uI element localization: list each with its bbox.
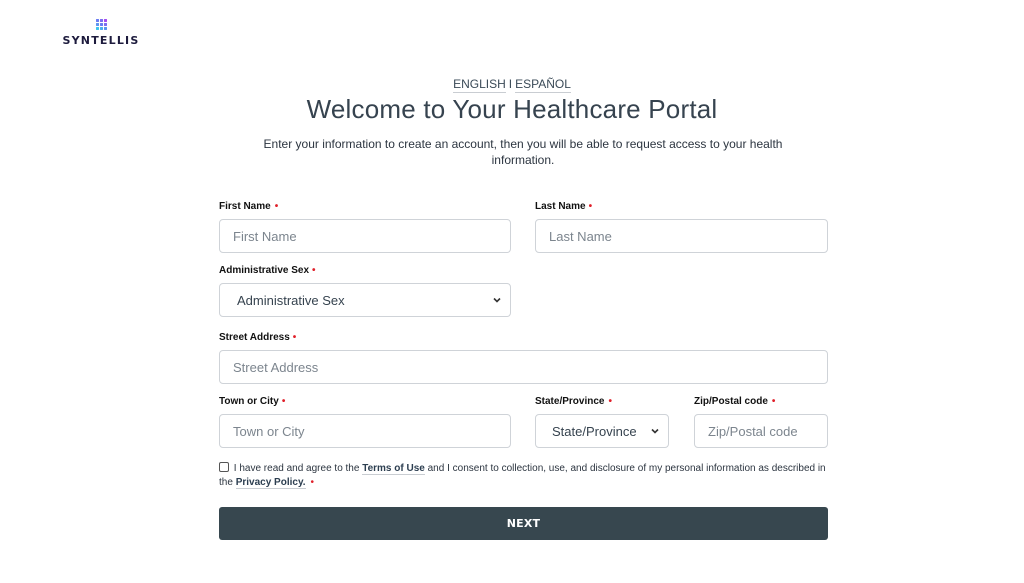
first-name-field: First Name • [219, 201, 511, 253]
required-marker: • [274, 201, 279, 212]
chevron-down-icon [493, 297, 501, 303]
intro-text: Enter your information to create an acco… [263, 137, 783, 167]
privacy-policy-link[interactable]: Privacy Policy. [235, 477, 306, 489]
administrative-sex-select[interactable]: Administrative Sex [219, 283, 511, 317]
logo-dot [95, 23, 99, 26]
state-province-selected: State/Province [552, 423, 637, 439]
logo-dot [103, 19, 107, 22]
chevron-down-icon [651, 428, 659, 434]
dot-grid-logo-icon [95, 19, 107, 30]
logo-dot [95, 27, 99, 30]
language-separator: I [508, 77, 513, 91]
logo-dot [103, 27, 107, 30]
street-address-input[interactable] [219, 350, 828, 384]
street-address-label: Street Address • [219, 332, 297, 343]
syntellis-logo: SYNTELLIS [59, 19, 143, 47]
zip-input[interactable] [694, 414, 828, 448]
required-marker: • [771, 396, 776, 407]
state-province-select[interactable]: State/Province [535, 414, 669, 448]
zip-label: Zip/Postal code • [694, 396, 776, 407]
state-province-label: State/Province • [535, 396, 612, 407]
brand-name: SYNTELLIS [62, 34, 140, 47]
next-button[interactable]: NEXT [219, 507, 828, 540]
required-marker: • [310, 477, 315, 488]
last-name-input[interactable] [535, 219, 828, 253]
administrative-sex-selected: Administrative Sex [237, 292, 345, 308]
administrative-sex-field: Administrative Sex • Administrative Sex [219, 265, 511, 317]
page-title: Welcome to Your Healthcare Portal [306, 94, 718, 124]
logo-dot [95, 19, 99, 22]
town-city-label: Town or City • [219, 396, 286, 407]
terms-of-use-link[interactable]: Terms of Use [362, 463, 425, 475]
state-province-field: State/Province • State/Province [535, 396, 669, 448]
required-marker: • [281, 396, 286, 407]
zip-field: Zip/Postal code • [694, 396, 828, 448]
required-marker: • [312, 265, 316, 276]
language-english-link[interactable]: ENGLISH [453, 77, 506, 93]
consent-text-before: I have read and agree to the [233, 463, 360, 474]
language-spanish-link[interactable]: ESPAÑOL [515, 77, 571, 93]
logo-dot [99, 27, 103, 30]
logo-dot [99, 23, 103, 26]
administrative-sex-label: Administrative Sex • [219, 265, 316, 276]
town-city-field: Town or City • [219, 396, 511, 448]
last-name-label: Last Name • [535, 201, 593, 212]
street-address-field: Street Address • [219, 332, 828, 384]
consent-row: I have read and agree to the Terms of Us… [219, 462, 828, 490]
required-marker: • [588, 201, 593, 212]
first-name-input[interactable] [219, 219, 511, 253]
last-name-field: Last Name • [535, 201, 828, 253]
consent-checkbox[interactable] [219, 462, 229, 472]
required-marker: • [608, 396, 612, 407]
language-switcher: ENGLISH I ESPAÑOL [0, 77, 1024, 93]
logo-dot [103, 23, 107, 26]
required-marker: • [292, 332, 297, 343]
logo-dot [99, 19, 103, 22]
first-name-label: First Name • [219, 201, 279, 212]
town-city-input[interactable] [219, 414, 511, 448]
